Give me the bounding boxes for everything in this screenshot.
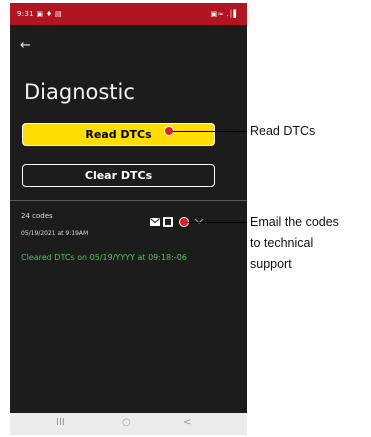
- code-count: 24 codes: [21, 212, 53, 220]
- recents-button[interactable]: III: [56, 417, 65, 429]
- system-status-icons: ▣≈ .│▌: [210, 10, 239, 18]
- read-dtcs-callout-label: Read DTCs: [250, 124, 316, 138]
- page-title: Diagnostic: [24, 80, 135, 104]
- code-timestamp: 05/19/2021 at 9:19AM: [21, 230, 89, 237]
- email-callout-line2: to technical: [250, 236, 314, 250]
- status-bar: 9:31 ▣ ♦ ▤ ▣≈ .│▌: [10, 3, 247, 25]
- clear-dtcs-button[interactable]: Clear DTCs: [22, 164, 215, 187]
- navigation-bar: III ○ <: [10, 413, 247, 435]
- email-callout-line3: support: [250, 257, 292, 271]
- home-button[interactable]: ○: [122, 417, 131, 429]
- email-callout-line: [188, 222, 247, 223]
- read-dtcs-button[interactable]: Read DTCs: [22, 123, 215, 146]
- share-icon[interactable]: [162, 216, 174, 228]
- read-callout-line: [173, 131, 247, 132]
- email-icon[interactable]: [150, 218, 160, 226]
- status-time: 9:31: [17, 10, 34, 18]
- divider: [10, 200, 247, 201]
- back-button[interactable]: <: [183, 417, 191, 429]
- back-arrow-icon[interactable]: ←: [20, 39, 31, 52]
- notification-icons: ▣ ♦ ▤: [36, 10, 62, 18]
- email-callout-line1: Email the codes: [250, 215, 339, 229]
- status-left: 9:31 ▣ ♦ ▤: [17, 10, 62, 18]
- cleared-dtcs-message: Cleared DTCs on 05/19/YYYY at 09:18:-06: [21, 253, 187, 262]
- phone-screen: 9:31 ▣ ♦ ▤ ▣≈ .│▌ ← Diagnostic Read DTCs…: [10, 3, 247, 435]
- chevron-down-icon[interactable]: [194, 217, 204, 225]
